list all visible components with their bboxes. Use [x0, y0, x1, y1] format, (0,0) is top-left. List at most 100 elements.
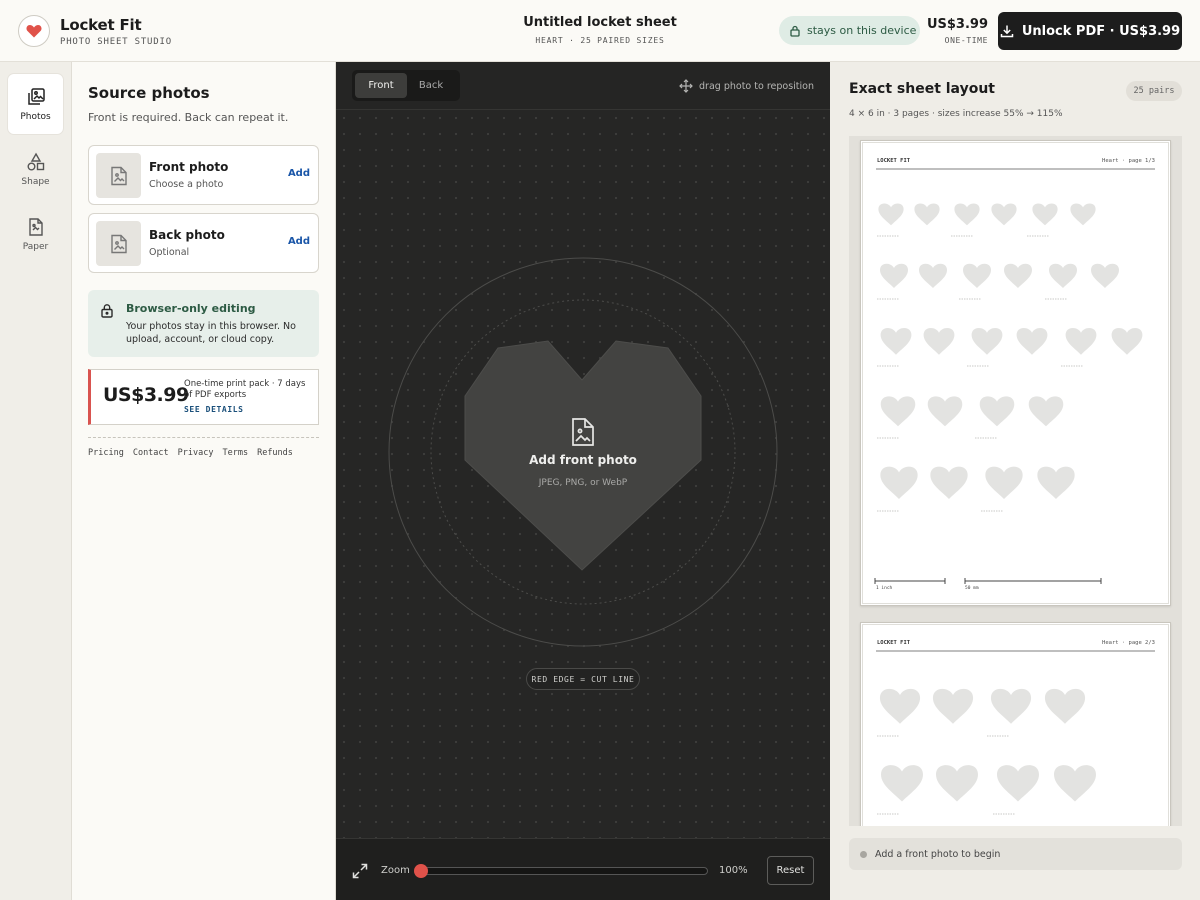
heart-cutout: [932, 688, 974, 724]
heart-cutout: [1028, 396, 1064, 427]
heart-cutout: [1054, 765, 1096, 802]
app-logo[interactable]: [18, 15, 50, 47]
pack-description: One-time print pack · 7 days of PDF expo…: [184, 379, 306, 400]
front-photo-hint: Choose a photo: [149, 179, 224, 190]
heart-cutout: [971, 327, 1003, 355]
back-photo-hint: Optional: [149, 247, 190, 258]
heart-cutout: [979, 396, 1015, 427]
back-photo-name: Back photo: [149, 228, 225, 242]
shape-icon: [27, 152, 44, 170]
cut-line-legend: RED EDGE = CUT LINE: [526, 668, 640, 690]
placeholder-title[interactable]: Add front photo: [529, 453, 637, 467]
source-photos-panel: Source photos Front is required. Back ca…: [72, 62, 336, 900]
rail-item-shape[interactable]: Shape: [8, 139, 63, 199]
back-photo-thumb: [96, 221, 141, 266]
sheet-1-heart-grid: [877, 203, 1143, 512]
image-file-icon: [110, 166, 127, 185]
sheet-2-heart-grid: [877, 688, 1096, 815]
see-details-link[interactable]: SEE DETAILS: [184, 405, 244, 414]
reset-button[interactable]: Reset: [767, 856, 814, 885]
footer-link-contact[interactable]: Contact: [133, 448, 169, 458]
unlock-pdf-button[interactable]: Unlock PDF · US$3.99: [998, 12, 1182, 50]
heart-cutout: [1016, 327, 1048, 355]
print-pack-card: US$3.99 One-time print pack · 7 days of …: [88, 369, 319, 425]
heart-cutout: [923, 327, 955, 355]
heart-cutout: [1065, 327, 1097, 355]
heart-cutout: [1091, 263, 1119, 288]
heart-cutout: [954, 203, 980, 226]
paper-icon: [28, 217, 43, 236]
pack-price: US$3.99: [103, 384, 189, 406]
layout-title: Exact sheet layout: [849, 81, 995, 97]
heart-cutout: [879, 688, 921, 724]
tab-front[interactable]: Front: [355, 73, 407, 98]
heart-cutout: [963, 263, 991, 288]
heart-cutout: [1037, 466, 1075, 499]
sheet-layout-panel: Exact sheet layout 25 pairs 4 × 6 in · 3…: [830, 62, 1200, 900]
heart-cutout: [1049, 263, 1077, 288]
heart-cutout: [880, 263, 908, 288]
sheet-brand: LOCKET FIT: [877, 158, 911, 164]
zoom-bar: Zoom 100% Reset: [336, 838, 830, 900]
pairs-badge: 25 pairs: [1126, 81, 1182, 101]
layout-status: Add a front photo to begin: [849, 838, 1182, 870]
app-name: Locket Fit: [60, 16, 142, 34]
app-tagline: PHOTO SHEET STUDIO: [60, 37, 172, 47]
sheet-page-2-drawing: LOCKET FIT Heart · page 2/3: [862, 624, 1169, 826]
footer-divider: [88, 437, 319, 438]
locket-preview[interactable]: Add front photo JPEG, PNG, or WebP: [336, 110, 830, 838]
heart-cutout: [878, 203, 904, 226]
zoom-slider-track[interactable]: [416, 867, 708, 875]
heart-cutout: [991, 203, 1017, 226]
rail-item-paper[interactable]: Paper: [8, 204, 63, 264]
placeholder-hint: JPEG, PNG, or WebP: [538, 478, 628, 488]
header-price: US$3.99: [926, 17, 988, 32]
source-subtitle: Front is required. Back can repeat it.: [88, 111, 289, 124]
zoom-label: Zoom: [381, 865, 410, 876]
rail-label-photos: Photos: [20, 111, 51, 122]
document-title[interactable]: Untitled locket sheet: [500, 15, 700, 30]
canvas-toolbar: Front Back drag photo to reposition: [336, 62, 830, 110]
zoom-slider-handle[interactable]: [414, 864, 428, 878]
zoom-value: 100%: [719, 865, 748, 876]
download-icon: [1000, 25, 1014, 38]
side-switcher: Front Back: [352, 70, 460, 101]
sheet-preview-scroller[interactable]: LOCKET FIT Heart · page 1/3 1 inch 50 mm…: [849, 136, 1182, 826]
expand-icon[interactable]: [352, 863, 368, 879]
sheet-page-label: Heart · page 2/3: [1102, 640, 1155, 646]
add-front-photo-button[interactable]: Add: [288, 168, 310, 179]
heart-cutout: [1032, 203, 1058, 226]
drag-hint: drag photo to reposition: [679, 79, 814, 93]
status-dot-icon: [860, 850, 867, 858]
sheet-page-2[interactable]: LOCKET FIT Heart · page 2/3: [860, 622, 1171, 826]
document-subtitle: HEART · 25 PAIRED SIZES: [535, 36, 665, 45]
image-file-icon: [110, 234, 127, 253]
status-label: Add a front photo to begin: [875, 848, 1001, 860]
editor-canvas[interactable]: Front Back drag photo to reposition Add …: [336, 62, 830, 900]
privacy-notice: Browser-only editing Your photos stay in…: [88, 290, 319, 357]
add-back-photo-button[interactable]: Add: [288, 236, 310, 247]
footer-link-terms[interactable]: Terms: [222, 448, 248, 458]
heart-cutout: [919, 263, 947, 288]
rail-item-photos[interactable]: Photos: [8, 74, 63, 134]
heart-cutout: [880, 396, 916, 427]
heart-cutout: [930, 466, 968, 499]
front-photo-thumb: [96, 153, 141, 198]
heart-cutout: [880, 327, 912, 355]
sheet-page-1[interactable]: LOCKET FIT Heart · page 1/3 1 inch 50 mm: [860, 140, 1171, 606]
left-rail: Photos Shape Paper: [0, 62, 72, 900]
footer-link-privacy[interactable]: Privacy: [178, 448, 214, 458]
scale-label-inch: 1 inch: [876, 585, 893, 591]
heart-cutout: [997, 765, 1039, 802]
heart-cutout: [985, 466, 1023, 499]
footer-link-refunds[interactable]: Refunds: [257, 448, 293, 458]
heart-cutout: [880, 466, 918, 499]
scale-label-mm: 50 mm: [965, 585, 979, 591]
tab-back[interactable]: Back: [405, 73, 457, 98]
source-title: Source photos: [88, 84, 210, 102]
back-photo-card[interactable]: Back photo Optional Add: [88, 213, 319, 273]
sheet-brand: LOCKET FIT: [877, 640, 911, 646]
front-photo-name: Front photo: [149, 160, 229, 174]
footer-link-pricing[interactable]: Pricing: [88, 448, 124, 458]
front-photo-card[interactable]: Front photo Choose a photo Add: [88, 145, 319, 205]
